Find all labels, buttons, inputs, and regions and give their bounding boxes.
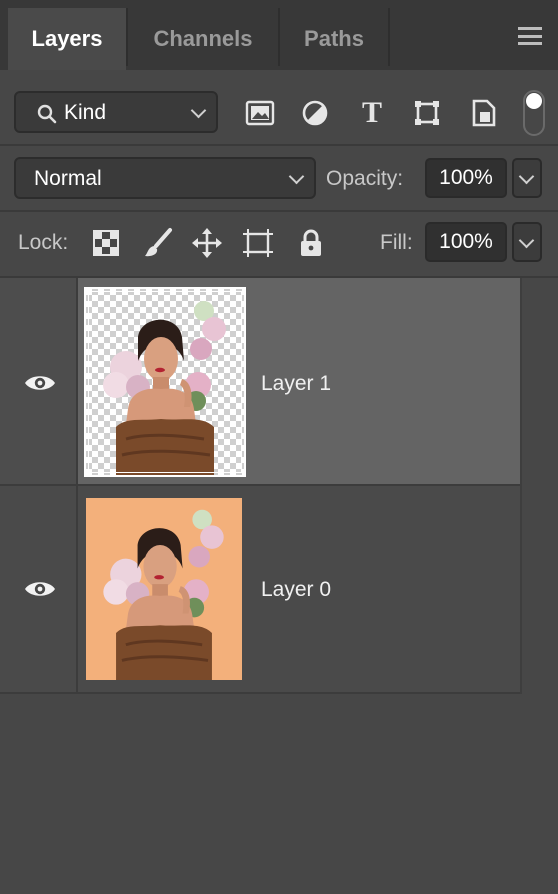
lock-image-pixels-icon[interactable]: [142, 226, 174, 260]
chevron-down-icon: [518, 232, 535, 249]
lock-transparent-pixels-icon[interactable]: [90, 227, 122, 259]
fill-dropdown-button[interactable]: [512, 222, 542, 262]
portrait-background-image: [103, 509, 224, 680]
chevron-down-icon: [288, 168, 305, 185]
lock-position-icon[interactable]: [190, 226, 224, 260]
panel-menu-icon[interactable]: [518, 27, 542, 45]
shape-filter-icon[interactable]: [411, 97, 443, 129]
tab-divider: [388, 8, 390, 66]
adjustment-filter-icon[interactable]: [299, 97, 331, 129]
search-icon: [37, 104, 57, 124]
image-filter-icon[interactable]: [243, 98, 277, 128]
layer-0-name[interactable]: Layer 0: [261, 578, 331, 602]
filter-kind-dropdown[interactable]: Kind: [14, 91, 218, 133]
layer-row-layer-0[interactable]: Layer 0: [0, 486, 520, 692]
divider: [0, 210, 558, 212]
lock-artboard-icon[interactable]: [240, 226, 276, 260]
divider: [0, 144, 558, 146]
panel-tab-bar: Layers Channels Paths: [0, 0, 558, 70]
blend-mode-value: Normal: [34, 167, 102, 190]
opacity-dropdown-button[interactable]: [512, 158, 542, 198]
visibility-eye-icon[interactable]: [24, 374, 56, 392]
tab-layers[interactable]: Layers: [8, 8, 126, 70]
blend-mode-dropdown[interactable]: Normal: [14, 157, 316, 199]
tab-paths[interactable]: Paths: [280, 8, 388, 70]
fill-label: Fill:: [380, 231, 413, 254]
column-divider: [76, 486, 78, 692]
divider: [0, 692, 520, 694]
opacity-input[interactable]: 100%: [425, 158, 507, 198]
layer-1-name[interactable]: Layer 1: [261, 372, 331, 396]
layer-0-thumbnail[interactable]: [86, 498, 242, 680]
chevron-down-icon: [190, 102, 207, 119]
tab-channels[interactable]: Channels: [128, 8, 278, 70]
layer-row-layer-1[interactable]: Layer 1: [0, 278, 520, 484]
type-filter-icon[interactable]: T: [356, 96, 388, 130]
lock-all-icon[interactable]: [296, 226, 326, 260]
column-divider: [76, 278, 78, 484]
filter-kind-label: Kind: [64, 101, 107, 124]
fill-input[interactable]: 100%: [425, 222, 507, 262]
toggle-knob: [526, 93, 542, 109]
visibility-column: [0, 278, 76, 484]
thumbnail-frame: [88, 291, 242, 473]
opacity-label: Opacity:: [326, 167, 404, 190]
lock-label: Lock:: [18, 231, 69, 254]
divider: [0, 484, 520, 486]
visibility-eye-icon[interactable]: [24, 580, 56, 598]
smart-object-filter-icon[interactable]: [468, 96, 500, 130]
visibility-column: [0, 486, 76, 692]
scroll-track-edge: [520, 278, 522, 694]
chevron-down-icon: [518, 168, 535, 185]
filter-toggle[interactable]: [523, 90, 545, 136]
